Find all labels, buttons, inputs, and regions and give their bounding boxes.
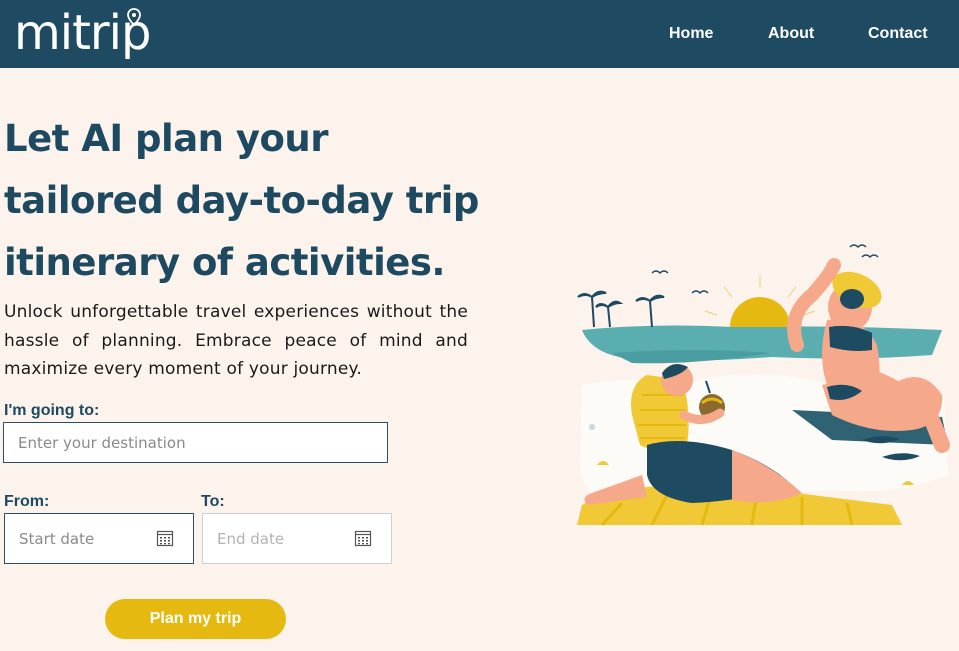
hero-subtitle: Unlock unforgettable travel experiences … bbox=[4, 302, 468, 379]
to-label: To: bbox=[201, 493, 225, 510]
from-label: From: bbox=[4, 493, 50, 510]
nav-contact-link[interactable]: Contact bbox=[868, 24, 928, 44]
plan-my-trip-button[interactable]: Plan my trip bbox=[105, 599, 286, 639]
beach-vacation-illustration bbox=[577, 244, 950, 527]
hero-headline: Let AI plan your tailored day-to-day tri… bbox=[4, 117, 479, 284]
calendar-icon[interactable] bbox=[354, 529, 372, 547]
destination-input[interactable] bbox=[3, 422, 388, 463]
nav-home-link[interactable]: Home bbox=[669, 24, 713, 44]
end-date-field bbox=[202, 513, 392, 564]
top-navbar: mitrip Home About Contact bbox=[0, 0, 959, 68]
map-pin-icon bbox=[127, 8, 141, 26]
nav-about-link[interactable]: About bbox=[768, 24, 814, 44]
mitrip-logo[interactable]: mitrip bbox=[14, 2, 166, 64]
destination-label: I'm going to: bbox=[4, 402, 100, 419]
start-date-field bbox=[4, 513, 194, 564]
calendar-icon[interactable] bbox=[156, 529, 174, 547]
